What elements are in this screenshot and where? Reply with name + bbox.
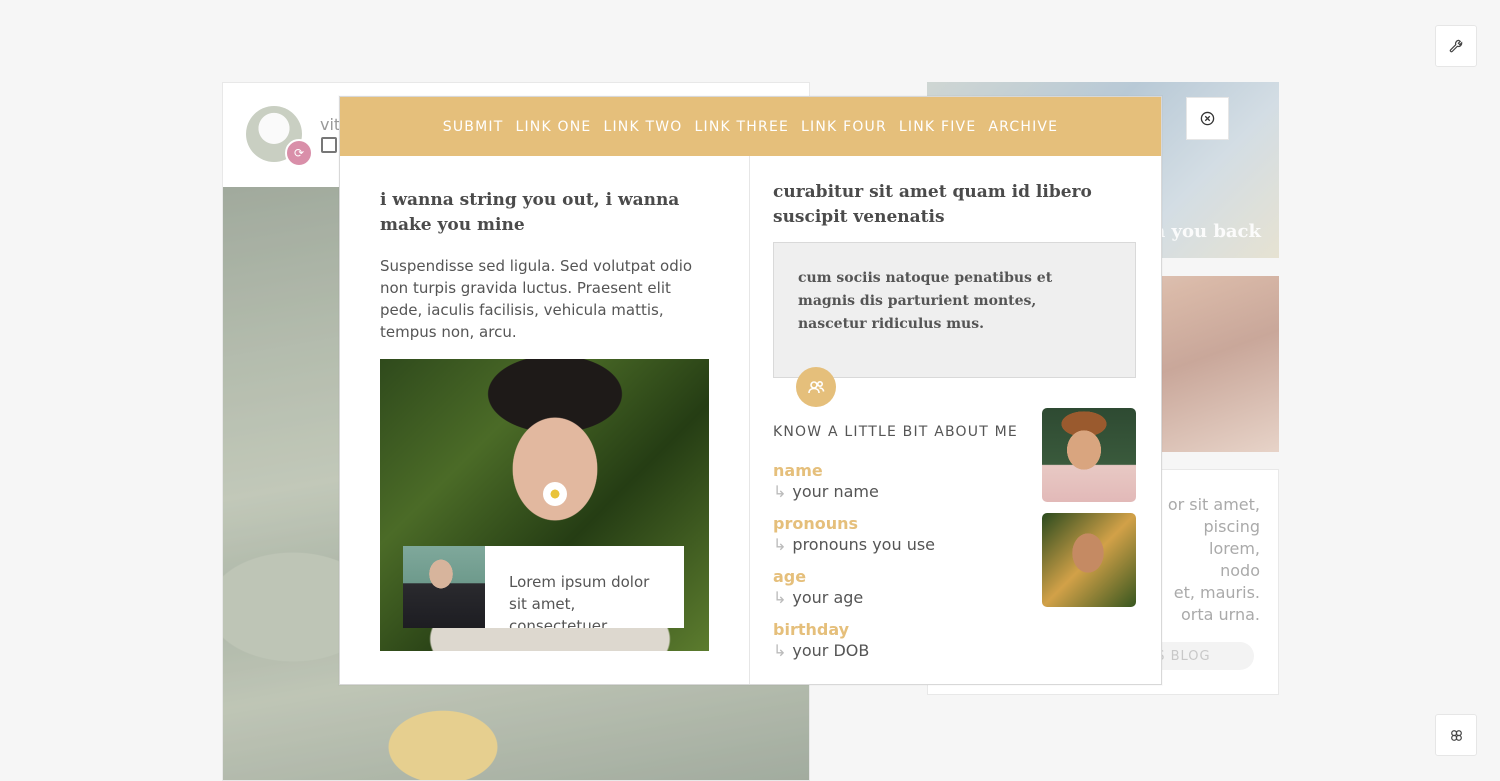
arrow-icon: ↳	[773, 588, 787, 607]
about-photo	[1042, 408, 1136, 502]
caption-thumbnail	[403, 546, 485, 628]
info-modal: SUBMIT LINK ONE LINK TWO LINK THREE LINK…	[339, 96, 1162, 685]
modal-nav: SUBMIT LINK ONE LINK TWO LINK THREE LINK…	[340, 97, 1161, 156]
left-title: i wanna string you out, i wanna make you…	[380, 190, 680, 235]
right-title: curabitur sit amet quam id libero suscip…	[773, 182, 1092, 227]
about-item-birthday: birthday ↳ your DOB	[773, 620, 935, 662]
nav-link-one[interactable]: LINK ONE	[509, 119, 597, 135]
about-value: ↳ your DOB	[773, 641, 870, 660]
about-label: birthday	[773, 620, 850, 639]
sidebar-image-text: h you back	[1152, 221, 1261, 242]
close-circle-icon	[1200, 111, 1215, 126]
wrench-icon	[1449, 39, 1462, 52]
about-value: ↳ your name	[773, 482, 879, 501]
quote-box: cum sociis natoque penatibus et magnis d…	[773, 242, 1136, 378]
clover-icon	[1450, 729, 1462, 741]
about-item-name: name ↳ your name	[773, 461, 935, 503]
about-heading: KNOW A LITTLE BIT ABOUT ME	[773, 424, 1018, 440]
photo-caption-card: Lorem ipsum dolor sit amet, consectetuer	[403, 546, 684, 628]
portrait-photo: Lorem ipsum dolor sit amet, consectetuer	[380, 359, 709, 651]
close-button[interactable]	[1186, 97, 1229, 140]
arrow-icon: ↳	[773, 482, 787, 501]
left-body: Suspendisse sed ligula. Sed volutpat odi…	[380, 257, 693, 341]
post-username[interactable]: vit	[320, 115, 340, 134]
nav-submit[interactable]: SUBMIT	[437, 119, 510, 135]
quote-badge	[796, 367, 836, 407]
about-label: age	[773, 567, 807, 586]
nav-link-three[interactable]: LINK THREE	[689, 119, 796, 135]
users-icon	[808, 380, 825, 394]
nav-link-four[interactable]: LINK FOUR	[795, 119, 893, 135]
reblog-icon: ⟳	[285, 139, 313, 167]
calendar-icon	[321, 137, 337, 153]
theme-credit-button[interactable]	[1435, 714, 1477, 756]
arrow-icon: ↳	[773, 535, 787, 554]
about-photo	[1042, 513, 1136, 607]
nav-link-two[interactable]: LINK TWO	[597, 119, 688, 135]
about-item-pronouns: pronouns ↳ pronouns you use	[773, 514, 935, 556]
about-value: ↳ your age	[773, 588, 864, 607]
nav-archive[interactable]: ARCHIVE	[982, 119, 1064, 135]
modal-left-column: i wanna string you out, i wanna make you…	[340, 156, 750, 684]
about-value: ↳ pronouns you use	[773, 535, 936, 554]
flower-detail	[543, 482, 567, 506]
about-item-age: age ↳ your age	[773, 567, 935, 609]
about-list: name ↳ your name pronouns ↳ pronouns you u…	[773, 461, 935, 673]
arrow-icon: ↳	[773, 641, 787, 660]
modal-right-column: curabitur sit amet quam id libero suscip…	[750, 156, 1161, 684]
about-label: pronouns	[773, 514, 859, 533]
nav-link-five[interactable]: LINK FIVE	[893, 119, 982, 135]
quote-text: cum sociis natoque penatibus et magnis d…	[798, 270, 1053, 332]
caption-text: Lorem ipsum dolor sit amet, consectetuer	[509, 573, 650, 628]
settings-button[interactable]	[1435, 25, 1477, 67]
about-label: name	[773, 461, 823, 480]
